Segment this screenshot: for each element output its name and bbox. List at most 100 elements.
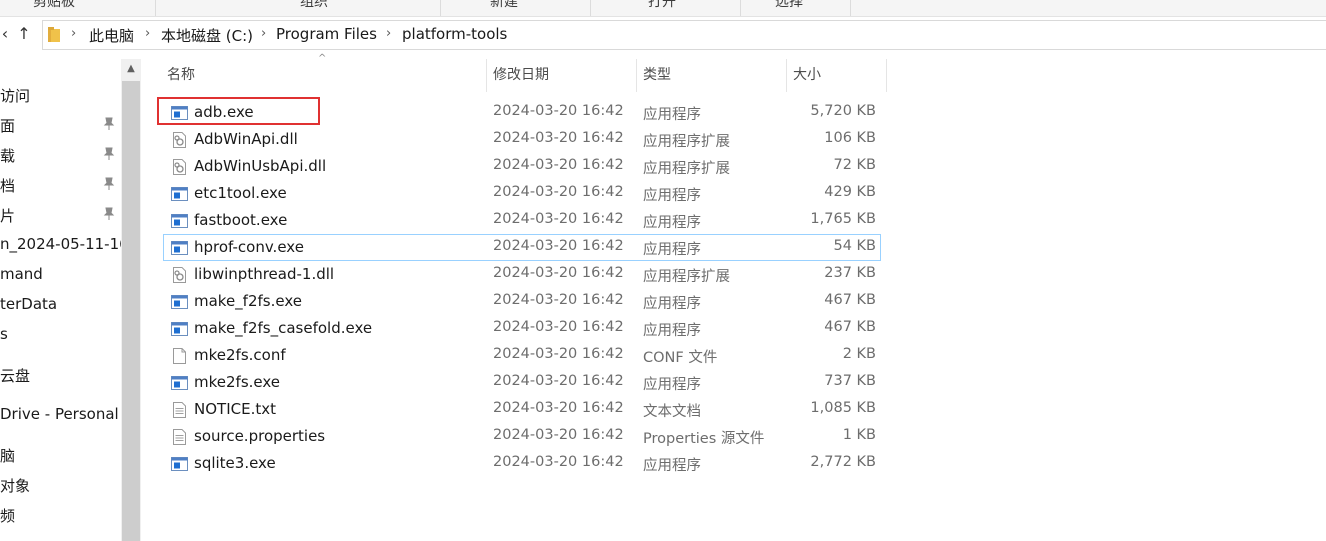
nav-item[interactable]: 载 [0,145,15,166]
pin-icon[interactable] [103,207,115,221]
file-type: 应用程序 [643,242,701,258]
file-size: 1,085 KB [810,400,876,416]
file-name: fastboot.exe [194,211,288,229]
pin-icon[interactable] [103,177,115,191]
file-modified-date: 2024-03-20 16:42 [493,400,624,416]
column-header-date[interactable]: 修改日期 [486,59,636,92]
column-header-name[interactable]: 名称 [160,59,486,92]
file-row[interactable]: AdbWinApi.dll 2024-03-20 16:42 应用程序扩展 106 K… [163,126,881,153]
exe-icon [171,294,188,310]
file-row[interactable]: hprof-conv.exe 2024-03-20 16:42 应用程序 54 KB [163,234,881,261]
file-row[interactable]: sqlite3.exe 2024-03-20 16:42 应用程序 2,772 KB [163,450,881,477]
column-header-type[interactable]: 类型 [636,59,786,92]
file-type: 应用程序扩展 [643,161,730,177]
file-row[interactable]: NOTICE.txt 2024-03-20 16:42 文本文档 1,085 KB [163,396,881,423]
file-size: 106 KB [824,130,876,146]
nav-item[interactable]: Drive - Personal [0,405,119,423]
nav-item[interactable]: 片 [0,205,15,226]
file-modified-date: 2024-03-20 16:42 [493,130,624,146]
ribbon-divider [440,0,441,16]
column-divider[interactable] [886,59,887,92]
file-row[interactable]: make_f2fs_casefold.exe 2024-03-20 16:42 应用… [163,315,881,342]
ribbon-divider [155,0,156,16]
file-name: AdbWinUsbApi.dll [194,157,327,175]
file-modified-date: 2024-03-20 16:42 [493,157,624,173]
nav-item[interactable]: terData [0,295,57,313]
file-name: mke2fs.conf [194,346,286,364]
file-type: Properties 源文件 [643,431,765,447]
file-name: libwinpthread-1.dll [194,265,335,283]
ribbon-group-new: 新建 [490,0,518,10]
file-name: NOTICE.txt [194,400,276,418]
file-size: 1 KB [842,427,876,443]
nav-item[interactable]: n_2024-05-11-16 [0,235,129,253]
file-type: 应用程序 [643,458,701,474]
nav-item[interactable]: 对象 [0,475,30,496]
exe-icon [171,186,188,202]
file-type: 应用程序 [643,215,701,231]
breadcrumb-local-disk[interactable]: 本地磁盘 (C:) [161,25,253,46]
file-size: 54 KB [833,238,876,254]
exe-icon [171,375,188,391]
pin-icon[interactable] [103,117,115,131]
nav-item[interactable]: 面 [0,115,15,136]
up-button[interactable]: ↑ [15,23,33,45]
file-row[interactable]: fastboot.exe 2024-03-20 16:42 应用程序 1,765 KB [163,207,881,234]
file-modified-date: 2024-03-20 16:42 [493,292,624,308]
breadcrumb-program-files[interactable]: Program Files [276,25,377,43]
nav-item[interactable]: s [0,325,8,343]
back-button[interactable]: ‹ [0,23,14,45]
file-type: 应用程序 [643,107,701,123]
file-row[interactable]: AdbWinUsbApi.dll 2024-03-20 16:42 应用程序扩展 72… [163,153,881,180]
file-modified-date: 2024-03-20 16:42 [493,346,624,362]
file-row[interactable]: mke2fs.conf 2024-03-20 16:42 CONF 文件 2 KB [163,342,881,369]
nav-item[interactable]: mand [0,265,43,283]
file-type: 应用程序扩展 [643,134,730,150]
nav-item[interactable]: 频 [0,505,15,526]
file-name: source.properties [194,427,326,445]
breadcrumb-separator: › [386,26,392,41]
file-name: sqlite3.exe [194,454,276,472]
nav-scrollbar-thumb[interactable] [122,81,140,541]
breadcrumb-platform-tools[interactable]: platform-tools [402,25,507,43]
file-row[interactable]: etc1tool.exe 2024-03-20 16:42 应用程序 429 KB [163,180,881,207]
file-size: 737 KB [824,373,876,389]
scroll-up-arrow-icon[interactable]: ▲ [121,59,141,79]
nav-item[interactable]: 脑 [0,445,15,466]
nav-item[interactable]: 档 [0,175,15,196]
column-header-size[interactable]: 大小 [786,59,886,92]
file-size: 2,772 KB [810,454,876,470]
dll-icon [171,132,188,148]
file-name: etc1tool.exe [194,184,287,202]
text-file-icon [171,429,188,445]
file-size: 2 KB [842,346,876,362]
file-modified-date: 2024-03-20 16:42 [493,211,624,227]
file-row[interactable]: make_f2fs.exe 2024-03-20 16:42 应用程序 467 KB [163,288,881,315]
file-row[interactable]: mke2fs.exe 2024-03-20 16:42 应用程序 737 KB [163,369,881,396]
ribbon-divider [850,0,851,16]
file-modified-date: 2024-03-20 16:42 [493,265,624,281]
file-name: make_f2fs.exe [194,292,302,310]
file-size: 72 KB [833,157,876,173]
file-modified-date: 2024-03-20 16:42 [493,103,624,119]
file-size: 1,765 KB [810,211,876,227]
ribbon-group-labels: 剪贴板 组织 新建 打开 选择 [0,0,1326,17]
file-size: 237 KB [824,265,876,281]
file-type: 应用程序 [643,323,701,339]
file-size: 5,720 KB [810,103,876,119]
annotation-highlight-box [157,97,320,125]
file-type: 应用程序 [643,296,701,312]
exe-icon [171,321,188,337]
pin-icon[interactable] [103,147,115,161]
nav-item[interactable]: 访问 [0,85,30,106]
address-bar[interactable]: › 此电脑 › 本地磁盘 (C:) › Program Files › plat… [42,20,1326,50]
file-type: 应用程序扩展 [643,269,730,285]
file-name: hprof-conv.exe [194,238,304,256]
file-row[interactable]: source.properties 2024-03-20 16:42 Propert… [163,423,881,450]
file-row[interactable]: libwinpthread-1.dll 2024-03-20 16:42 应用程序扩… [163,261,881,288]
nav-item[interactable]: 云盘 [0,365,30,386]
breadcrumb-separator: › [71,26,77,41]
exe-icon [171,456,188,472]
file-type: CONF 文件 [643,350,718,366]
breadcrumb-this-pc[interactable]: 此电脑 [89,25,134,46]
